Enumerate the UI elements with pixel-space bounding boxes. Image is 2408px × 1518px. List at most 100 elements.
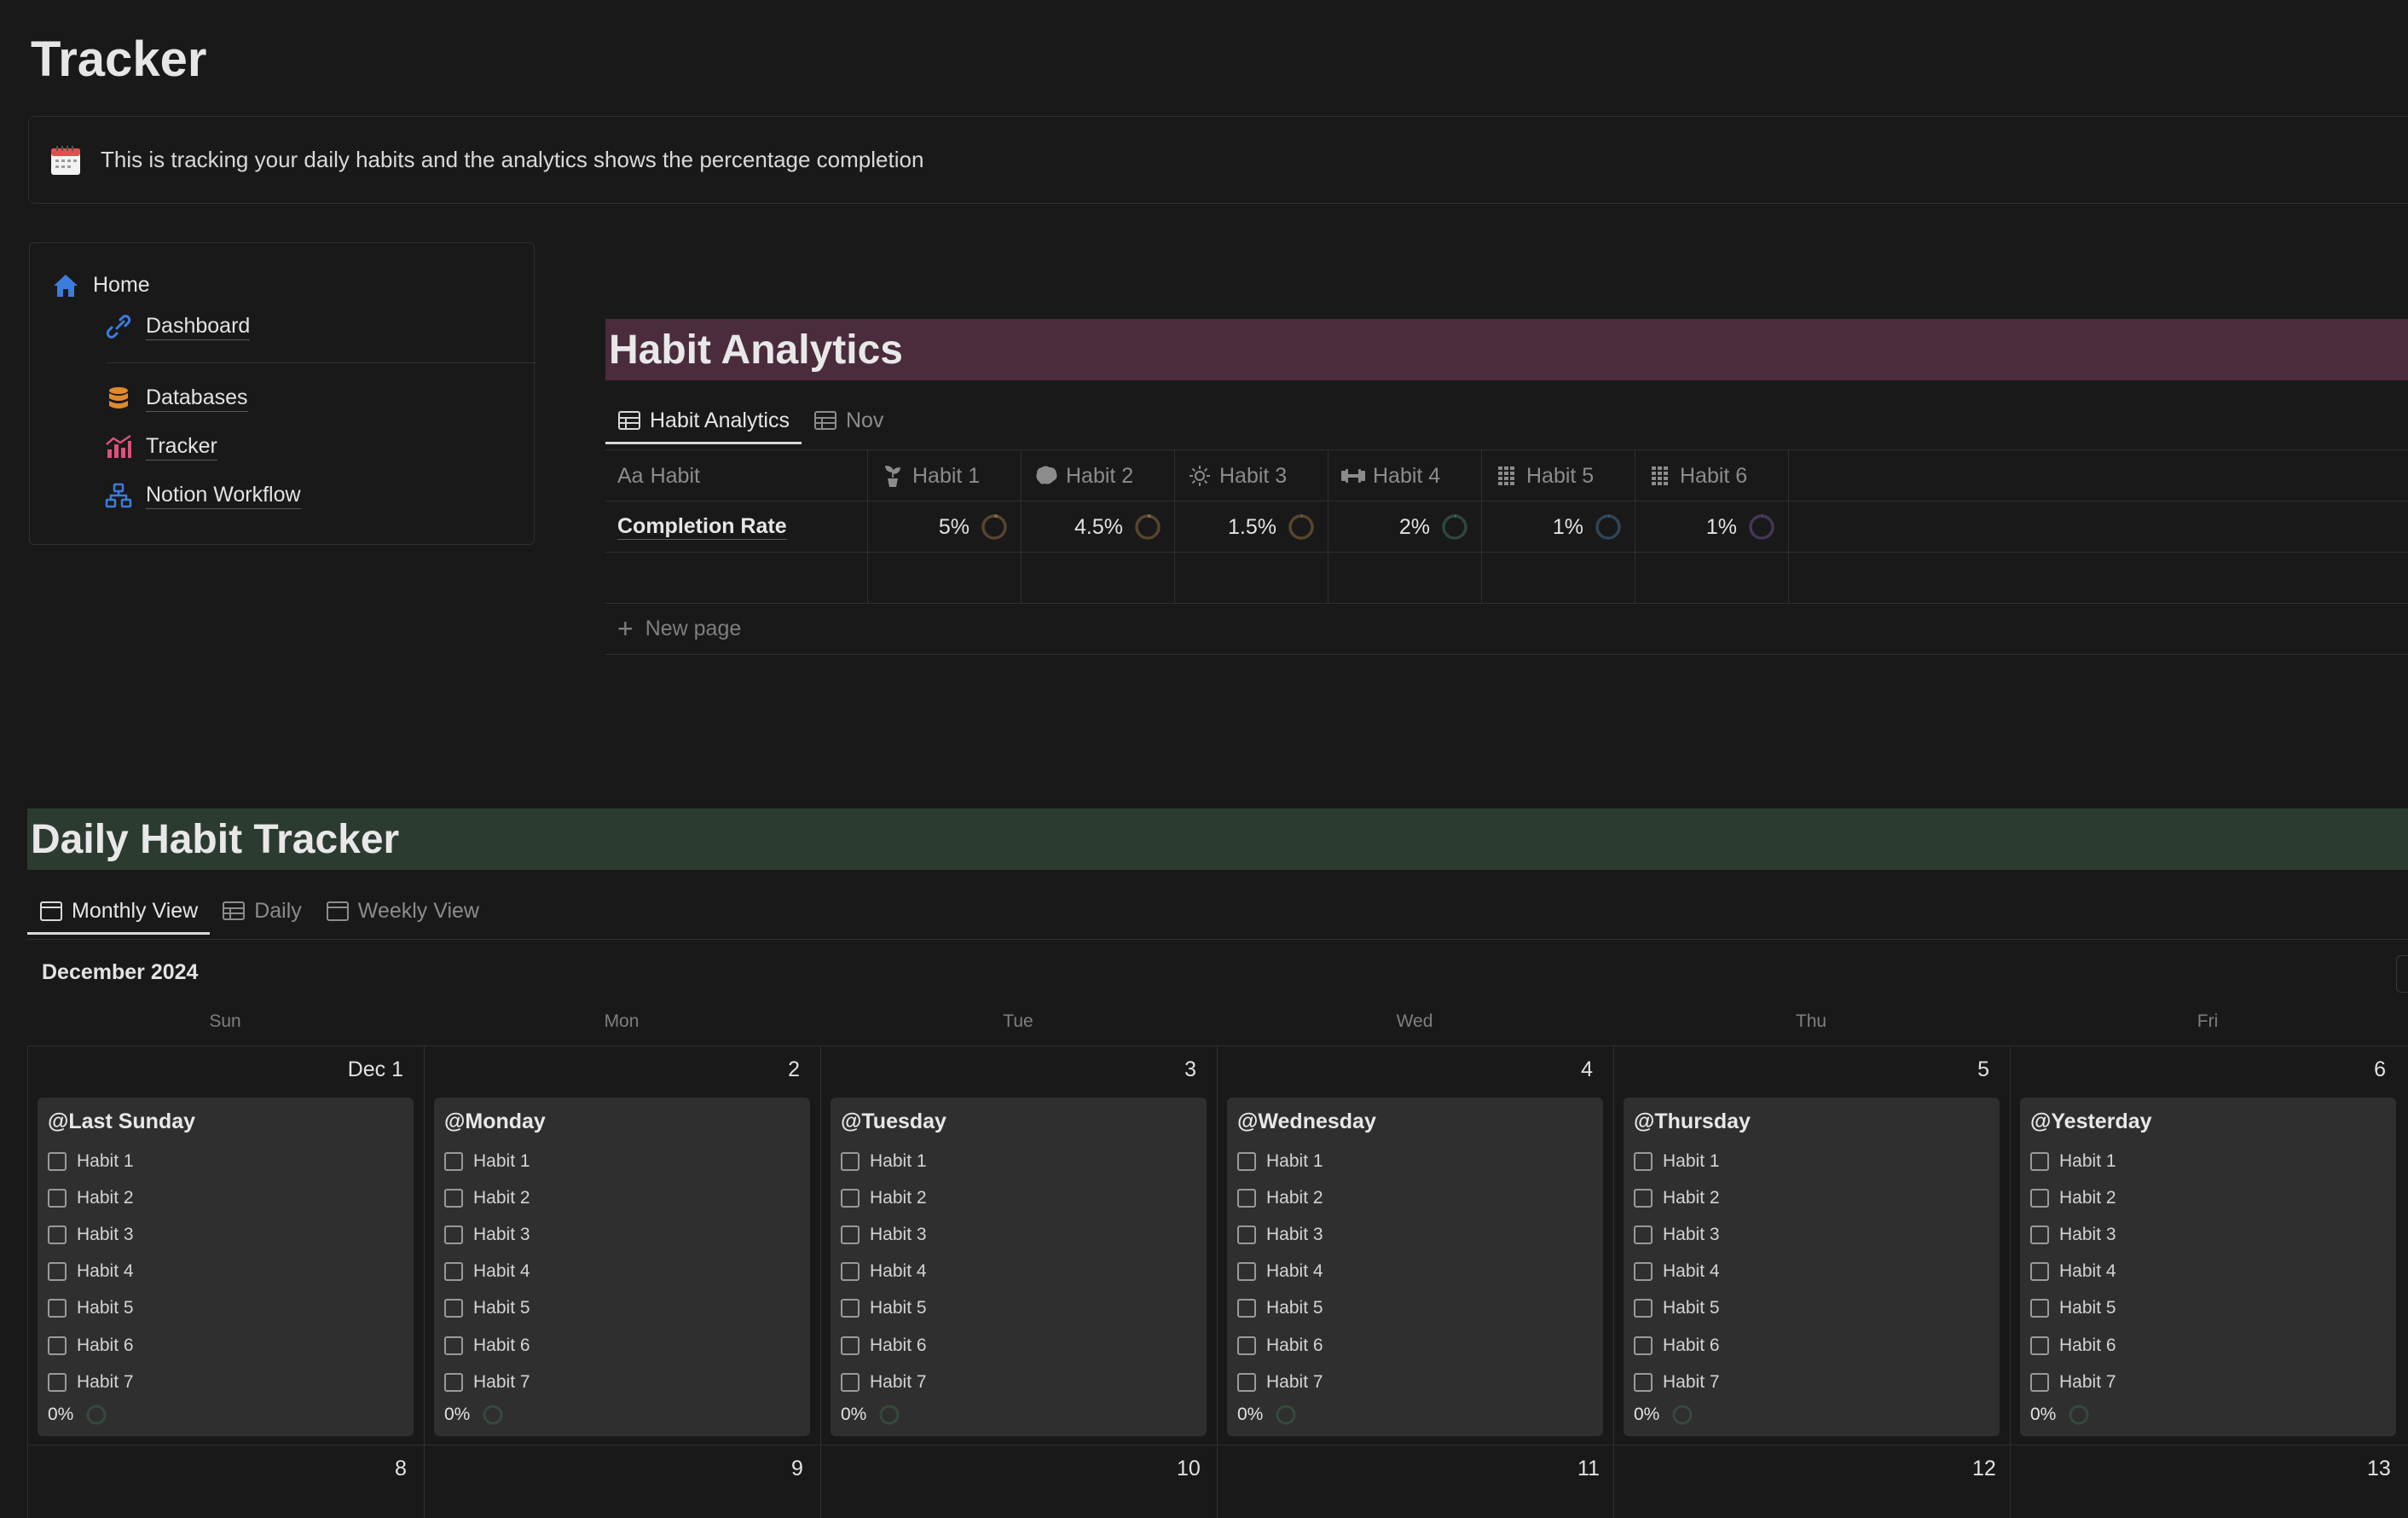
column-header-habit-5[interactable]: Habit 5 [1482, 450, 1635, 501]
habit-checkbox[interactable] [48, 1299, 67, 1318]
habit-checkbox[interactable] [1634, 1188, 1653, 1208]
habit-checkbox[interactable] [1237, 1151, 1256, 1171]
calendar-day-cell[interactable]: 2 @Monday Habit 1 Habit 2 Habit 3 Habit 4 Habi… [424, 1046, 820, 1518]
habit-checkbox[interactable] [841, 1335, 860, 1355]
habit-checkbox[interactable] [1634, 1151, 1653, 1171]
habit-checkbox[interactable] [1237, 1262, 1256, 1282]
tab-nov[interactable]: Nov [802, 397, 895, 444]
calendar-day-cell[interactable]: 3 @Tuesday Habit 1 Habit 2 Habit 3 Habit 4 Hab… [820, 1046, 1217, 1518]
calendar-nav-handle[interactable] [2396, 955, 2408, 993]
habit-checkbox[interactable] [841, 1299, 860, 1318]
row-name-cell[interactable]: Completion Rate [605, 501, 868, 553]
completion-cell[interactable]: 5% [868, 501, 1022, 553]
habit-checkbox[interactable] [1634, 1225, 1653, 1244]
habit-checkbox[interactable] [444, 1335, 463, 1355]
habit-checkbox[interactable] [1237, 1335, 1256, 1355]
column-header-habit-2[interactable]: Habit 2 [1022, 450, 1175, 501]
habit-item: Habit 4 [1634, 1254, 1989, 1290]
empty-cell[interactable] [1022, 553, 1175, 604]
habit-checkbox[interactable] [1634, 1372, 1653, 1392]
calendar-day-cell[interactable]: Dec 1 @Last Sunday Habit 1 Habit 2 Habit 3 Ha… [27, 1046, 424, 1518]
habit-label: Habit 2 [1266, 1187, 1323, 1208]
empty-cell[interactable] [1328, 553, 1482, 604]
habit-checkbox[interactable] [444, 1372, 463, 1392]
habit-checkbox[interactable] [2030, 1372, 2049, 1392]
day-entry-card[interactable]: @Wednesday Habit 1 Habit 2 Habit 3 Habit 4 Ha… [1227, 1098, 1603, 1436]
empty-cell[interactable] [605, 553, 868, 604]
habit-checkbox[interactable] [2030, 1151, 2049, 1171]
habit-checkbox[interactable] [1634, 1262, 1653, 1282]
completion-cell[interactable]: 1.5% [1175, 501, 1328, 553]
day-entry-title[interactable]: @Tuesday [841, 1110, 1196, 1134]
habit-checkbox[interactable] [48, 1225, 67, 1244]
nav-home[interactable]: Home [50, 270, 150, 301]
tab-nov-label: Nov [845, 408, 884, 432]
habit-checkbox[interactable] [444, 1262, 463, 1282]
nav-tracker[interactable]: Tracker [103, 432, 217, 462]
calendar-day-cell[interactable]: 6 @Yesterday Habit 1 Habit 2 Habit 3 Habit 4 H… [2010, 1046, 2406, 1518]
habit-checkbox[interactable] [841, 1225, 860, 1244]
completion-cell[interactable]: 1% [1635, 501, 1789, 553]
tab-daily[interactable]: Daily [210, 887, 314, 935]
habit-checkbox[interactable] [48, 1372, 67, 1392]
habit-checkbox[interactable] [444, 1225, 463, 1244]
habit-checkbox[interactable] [841, 1372, 860, 1392]
nav-databases[interactable]: Databases [103, 383, 248, 414]
habit-checkbox[interactable] [2030, 1335, 2049, 1355]
new-page-button[interactable]: + New page [605, 604, 2408, 655]
habit-checkbox[interactable] [1237, 1225, 1256, 1244]
habit-checkbox[interactable] [444, 1151, 463, 1171]
habit-checkbox[interactable] [1634, 1299, 1653, 1318]
calendar-day-cell[interactable]: 5 @Thursday Habit 1 Habit 2 Habit 3 Habit 4 Ha… [1613, 1046, 2010, 1518]
tab-habit-analytics[interactable]: Habit Analytics [605, 397, 802, 444]
habit-checkbox[interactable] [2030, 1225, 2049, 1244]
empty-cell[interactable] [1175, 553, 1328, 604]
day-entry-card[interactable]: @Tuesday Habit 1 Habit 2 Habit 3 Habit 4 Habi… [831, 1098, 1207, 1436]
tab-weekly-view[interactable]: Weekly View [314, 887, 491, 935]
habit-checkbox[interactable] [841, 1151, 860, 1171]
habit-checkbox[interactable] [1634, 1335, 1653, 1355]
day-entry-card[interactable]: @Last Sunday Habit 1 Habit 2 Habit 3 Habit 4… [38, 1098, 414, 1436]
column-header-habit-6[interactable]: Habit 6 [1635, 450, 1789, 501]
day-entry-title[interactable]: @Wednesday [1237, 1110, 1593, 1134]
completion-cell[interactable]: 4.5% [1022, 501, 1175, 553]
habit-checkbox[interactable] [48, 1335, 67, 1355]
habit-checkbox[interactable] [1237, 1188, 1256, 1208]
day-entry-card[interactable]: @Monday Habit 1 Habit 2 Habit 3 Habit 4 Habit… [434, 1098, 810, 1436]
day-entry-title[interactable]: @Thursday [1634, 1110, 1989, 1134]
day-entry-card[interactable]: @Thursday Habit 1 Habit 2 Habit 3 Habit 4 Hab… [1624, 1098, 2000, 1436]
column-header-habit-4[interactable]: Habit 4 [1328, 450, 1482, 501]
nav-notion-workflow[interactable]: Notion Workflow [103, 480, 301, 511]
habit-checkbox[interactable] [2030, 1188, 2049, 1208]
habit-checkbox[interactable] [841, 1188, 860, 1208]
column-header-habit[interactable]: Aa Habit [605, 450, 868, 501]
completion-cell[interactable]: 2% [1328, 501, 1482, 553]
column-header-habit-1[interactable]: Habit 1 [868, 450, 1022, 501]
tab-monthly-view[interactable]: Monthly View [27, 887, 211, 935]
habit-checkbox[interactable] [444, 1299, 463, 1318]
habit-label: Habit 5 [473, 1298, 530, 1318]
day-entry-title[interactable]: @Last Sunday [48, 1110, 403, 1134]
day-entry-title[interactable]: @Yesterday [2030, 1110, 2386, 1134]
day-number: 13 [2367, 1457, 2391, 1480]
habit-checkbox[interactable] [48, 1151, 67, 1171]
habit-checkbox[interactable] [841, 1262, 860, 1282]
habit-checkbox[interactable] [48, 1188, 67, 1208]
day-progress: 0% [1634, 1404, 1989, 1426]
habit-checkbox[interactable] [1237, 1372, 1256, 1392]
habit-checkbox[interactable] [2030, 1299, 2049, 1318]
day-entry-title[interactable]: @Monday [444, 1110, 800, 1134]
habit-checkbox[interactable] [48, 1262, 67, 1282]
column-header-habit-3[interactable]: Habit 3 [1175, 450, 1328, 501]
row-name-completion-rate[interactable]: Completion Rate [617, 514, 787, 540]
habit-checkbox[interactable] [1237, 1299, 1256, 1318]
empty-cell[interactable] [868, 553, 1022, 604]
completion-cell[interactable]: 1% [1482, 501, 1635, 553]
nav-dashboard[interactable]: Dashboard [103, 311, 251, 342]
habit-checkbox[interactable] [2030, 1262, 2049, 1282]
calendar-day-cell[interactable]: 4 @Wednesday Habit 1 Habit 2 Habit 3 Habit 4 H… [1217, 1046, 1613, 1518]
empty-cell[interactable] [1482, 553, 1635, 604]
habit-checkbox[interactable] [444, 1188, 463, 1208]
day-entry-card[interactable]: @Yesterday Habit 1 Habit 2 Habit 3 Habit 4 Ha… [2020, 1098, 2396, 1436]
empty-cell[interactable] [1635, 553, 1789, 604]
